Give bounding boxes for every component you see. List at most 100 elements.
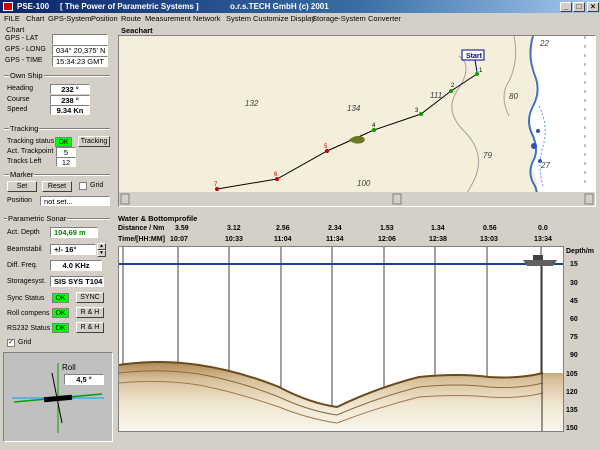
menu-network[interactable]: Network [193,14,221,23]
parametric-sonar-title: Parametric Sonar [7,214,68,223]
close-button[interactable]: × [587,2,599,12]
storagesyst-label: Storagesyst. [7,278,46,285]
beamstabil-up-button[interactable]: ▲ [97,243,106,250]
menu-converter[interactable]: Converter [368,14,401,23]
depth-tick: 45 [570,298,578,305]
time-tick: 13:03 [480,236,498,243]
tracking-button[interactable]: Tracking [78,136,110,147]
distance-tick: 2.34 [328,225,342,232]
sync-button[interactable]: SYNC [76,292,104,303]
marker-grid-checkbox[interactable] [79,182,87,190]
menu-customize-display[interactable]: Customize Display [253,14,315,23]
app-company: o.r.s.TECH GmbH (c) 2001 [230,2,329,11]
ship-profile-icon [523,260,557,266]
bottom-profile-graphic [119,247,563,431]
sonar-grid-checkbox[interactable]: ✓ [7,339,15,347]
gps-long-label: GPS - LONG [5,46,46,53]
sync-status-indicator: OK [52,293,69,303]
act-depth-field: 104,69 m [50,227,98,238]
seachart-map[interactable]: 132 134 111 80 79 100 22 27 7 6 5 4 3 2 … [119,36,595,206]
time-tick: 10:07 [170,236,188,243]
title-bar: PSE-100 [ The Power of Parametric System… [0,0,600,13]
tracks-left-label: Tracks Left [7,158,42,165]
island-3 [536,129,540,133]
chart-group-title: Chart [5,25,26,34]
start-marker-label: Start [466,53,483,60]
marker-set-button[interactable]: Set [7,181,37,192]
distance-tick: 1.34 [431,225,445,232]
scroll-left-button[interactable] [120,193,130,205]
gps-long-field[interactable]: 034° 20,375' N [52,45,108,56]
beamstabil-field[interactable]: +/- 16° [50,244,96,255]
menu-measurement[interactable]: Measurement [145,14,191,23]
island-1 [531,143,537,149]
distance-label: Distance / Nm [118,225,165,232]
app-tagline: [ The Power of Parametric Systems ] [60,2,199,11]
tracking-status-label: Tracking status [7,138,55,145]
scroll-thumb[interactable] [392,193,402,205]
menu-gps-system[interactable]: GPS-System [48,14,91,23]
time-tick: 10:33 [225,236,243,243]
depth-tick: 135 [566,407,578,414]
act-trackpoint-label: Act. Trackpoint [7,148,54,155]
rs232-rh-button[interactable]: R & H [76,322,104,333]
marker-grid-label: Grid [90,182,104,189]
time-tick: 12:06 [378,236,396,243]
roll-indicator-panel: Roll 4,5 ° [3,352,113,442]
marker-position-label: Position [7,197,32,204]
app-icon [3,2,13,11]
depth-tick: 150 [566,425,578,432]
seachart-h-scrollbar[interactable] [119,192,595,206]
menu-position[interactable]: Position [91,14,118,23]
beamstabil-down-button[interactable]: ▼ [97,250,106,257]
gps-lat-field[interactable] [52,34,108,45]
heading-field: 232 ° [50,84,90,94]
menu-chart[interactable]: Chart [26,14,44,23]
menu-bar: FILE Chart GPS-System Position Route Mea… [0,13,600,25]
storagesyst-field: SIS SYS T104 [50,276,104,287]
time-tick: 11:04 [274,236,292,243]
track-point-3[interactable] [419,112,423,116]
depth-label: 132 [245,99,259,108]
depth-label: 80 [509,92,518,101]
act-depth-label: Act. Depth [7,229,40,236]
roll-value-field: 4,5 ° [64,374,104,385]
gps-time-label: GPS - TIME [5,57,43,64]
track-point-2[interactable] [449,89,453,93]
marker-reset-button[interactable]: Reset [42,181,72,192]
rs232-status-label: RS232 Status [7,325,51,332]
maximize-button[interactable]: □ [573,2,585,12]
time-label: Time/[HH:MM] [118,236,165,243]
roll-compens-label: Roll compens [7,310,50,317]
distance-tick: 3.12 [227,225,241,232]
menu-storage-system[interactable]: Storage-System [312,14,366,23]
time-tick: 12:38 [429,236,447,243]
depth-tick: 15 [570,261,578,268]
menu-system[interactable]: System [226,14,251,23]
roll-compens-indicator: OK [52,308,69,318]
roll-indicator-graphic [12,363,104,433]
depth-label: 22 [539,39,549,48]
time-tick: 11:34 [326,236,344,243]
own-ship-title: Own Ship [9,71,44,80]
distance-tick: 1.53 [380,225,394,232]
seachart-title: Seachart [121,26,153,35]
tracking-title: Tracking [9,124,40,133]
menu-file[interactable]: FILE [4,14,20,23]
profile-panel[interactable] [118,246,564,432]
seachart-panel[interactable]: 132 134 111 80 79 100 22 27 7 6 5 4 3 2 … [118,35,596,207]
profile-title: Water & Bottomprofile [118,214,198,223]
distance-tick: 2.56 [276,225,290,232]
ship-profile-cabin [533,255,543,260]
minimize-button[interactable]: _ [560,2,572,12]
app-title: PSE-100 [17,2,50,11]
diff-freq-label: Diff. Freq. [7,262,38,269]
menu-route[interactable]: Route [121,14,141,23]
distance-tick: 0.0 [538,225,548,232]
roll-rh-button[interactable]: R & H [76,307,104,318]
distance-tick: 3.59 [175,225,189,232]
scroll-right-button[interactable] [584,193,594,205]
gps-time-field[interactable]: 15:34:23 GMT [52,56,108,67]
depth-label: 100 [357,179,371,188]
marker-position-field[interactable]: not set... [40,196,110,206]
